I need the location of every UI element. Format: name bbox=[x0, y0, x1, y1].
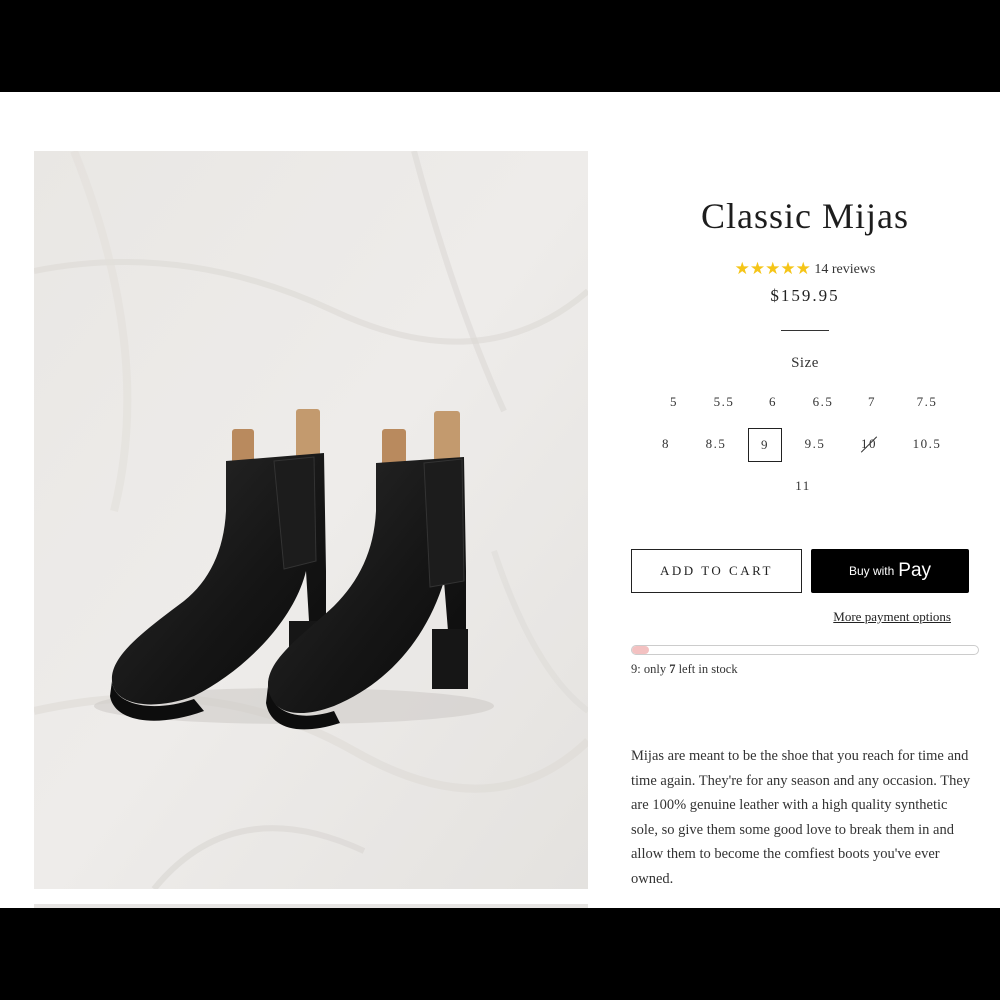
size-option[interactable]: 5 bbox=[657, 386, 691, 420]
size-option[interactable]: 8 bbox=[649, 428, 683, 462]
size-option[interactable]: 8.5 bbox=[699, 428, 733, 462]
stock-prefix: : only bbox=[637, 662, 670, 676]
product-description: Mijas are meant to be the shoe that you … bbox=[631, 748, 971, 887]
size-option[interactable]: 9 bbox=[748, 428, 782, 462]
bottom-black-bar bbox=[0, 908, 1000, 1000]
add-to-cart-button[interactable]: ADD TO CART bbox=[631, 549, 802, 593]
product-image[interactable] bbox=[34, 151, 588, 889]
product-info: Classic Mijas ★★★★★ 14 reviews $159.95 S… bbox=[631, 92, 979, 908]
size-option[interactable]: 7.5 bbox=[910, 386, 944, 420]
size-option[interactable]: 5.5 bbox=[707, 386, 741, 420]
stock-progress-fill bbox=[632, 646, 650, 654]
stock-suffix: left in stock bbox=[675, 662, 738, 676]
size-option[interactable]: 6 bbox=[756, 386, 790, 420]
apple-pay-button[interactable]: Buy with Pay bbox=[811, 549, 969, 593]
divider bbox=[781, 330, 829, 331]
more-payment-options-link[interactable]: More payment options bbox=[811, 609, 969, 625]
product-page: Classic Mijas ★★★★★ 14 reviews $159.95 S… bbox=[0, 92, 1000, 908]
size-option[interactable]: 9.5 bbox=[798, 428, 832, 462]
stock-progress-bar bbox=[631, 645, 979, 655]
stock-status: 9: only 7 left in stock bbox=[631, 662, 738, 677]
size-option[interactable]: 10 bbox=[852, 428, 886, 462]
star-rating-icons: ★★★★★ bbox=[734, 259, 811, 278]
product-title: Classic Mijas bbox=[701, 196, 909, 236]
rating[interactable]: ★★★★★ 14 reviews bbox=[631, 259, 979, 279]
buy-with-label: Buy with bbox=[848, 564, 895, 578]
size-label: Size bbox=[791, 355, 819, 371]
size-option[interactable]: 6.5 bbox=[806, 386, 840, 420]
review-count[interactable]: 14 reviews bbox=[814, 262, 875, 277]
size-option[interactable]: 11 bbox=[786, 470, 820, 504]
size-option[interactable]: 10.5 bbox=[910, 428, 944, 462]
product-price: $159.95 bbox=[770, 286, 840, 305]
pay-label: Pay bbox=[898, 560, 932, 581]
top-black-bar bbox=[0, 0, 1000, 92]
size-option[interactable]: 7 bbox=[855, 386, 889, 420]
